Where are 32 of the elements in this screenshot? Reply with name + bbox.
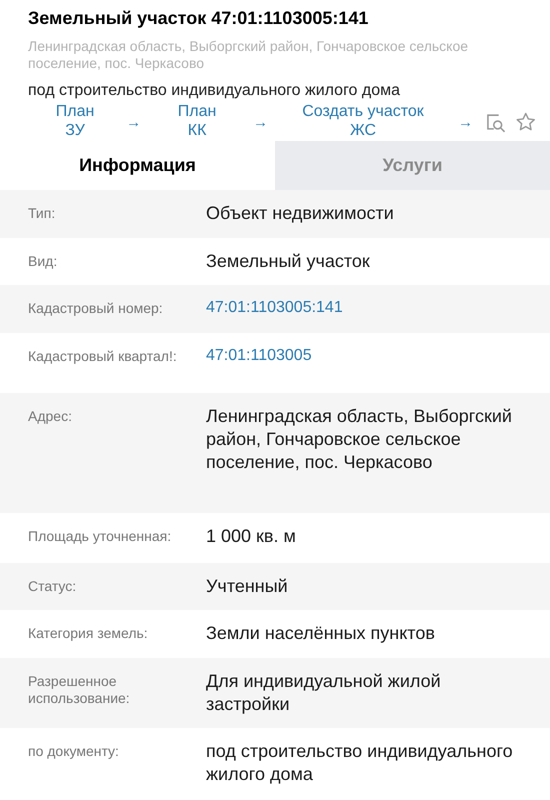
field-link[interactable]: 47:01:1103005:141 (206, 297, 343, 319)
field-value: Для индивидуальной жилой застройки (206, 670, 442, 716)
field-label: Категория земель: (28, 624, 149, 642)
field-label: Разрешенное использование: (28, 672, 131, 707)
field-value: Учтенный (206, 575, 288, 598)
field-value: 1 000 кв. м (206, 525, 296, 548)
star-icon[interactable] (514, 111, 536, 133)
field-label: Тип: (28, 204, 56, 222)
field-value: Земельный участок (206, 250, 370, 273)
field-label: Кадастровый квартал!: (28, 347, 178, 365)
arrow-text: → (458, 112, 474, 133)
field-label: Кадастровый номер: (28, 299, 164, 317)
action-link[interactable]: План ЗУ (36, 102, 114, 140)
page-title: Земельный участок 47:01:1103005:141 (28, 7, 370, 30)
field-label: по документу: (28, 742, 120, 760)
purpose-text: под строительство индивидуального жилого дома (28, 81, 402, 101)
field-label: Статус: (28, 577, 78, 595)
document-search-icon[interactable] (485, 112, 507, 134)
field-label: Адрес: (28, 407, 73, 425)
field-label: Вид: (28, 252, 58, 270)
field-value: Земли населённых пунктов (206, 622, 435, 645)
field-value: под строительство индивидуального жилого дома (206, 740, 514, 786)
tab[interactable]: Услуги (275, 141, 550, 190)
address-text: Ленинградская область, Выборгский район, Гончаровское сельское поселение, пос. Черкасово (28, 38, 470, 72)
arrow-text: → (126, 112, 142, 133)
field-label: Площадь уточненная: (28, 527, 172, 545)
field-value: Объект недвижимости (206, 202, 394, 225)
action-link[interactable]: Создать участок ЖС (280, 102, 446, 140)
arrow-text: → (253, 112, 268, 133)
action-link[interactable]: План КК (153, 102, 242, 140)
field-link[interactable]: 47:01:1103005 (206, 345, 312, 367)
field-value: Ленинградская область, Выборгский район, Гончаровское сельское поселение, пос. Черкасово (206, 405, 513, 474)
